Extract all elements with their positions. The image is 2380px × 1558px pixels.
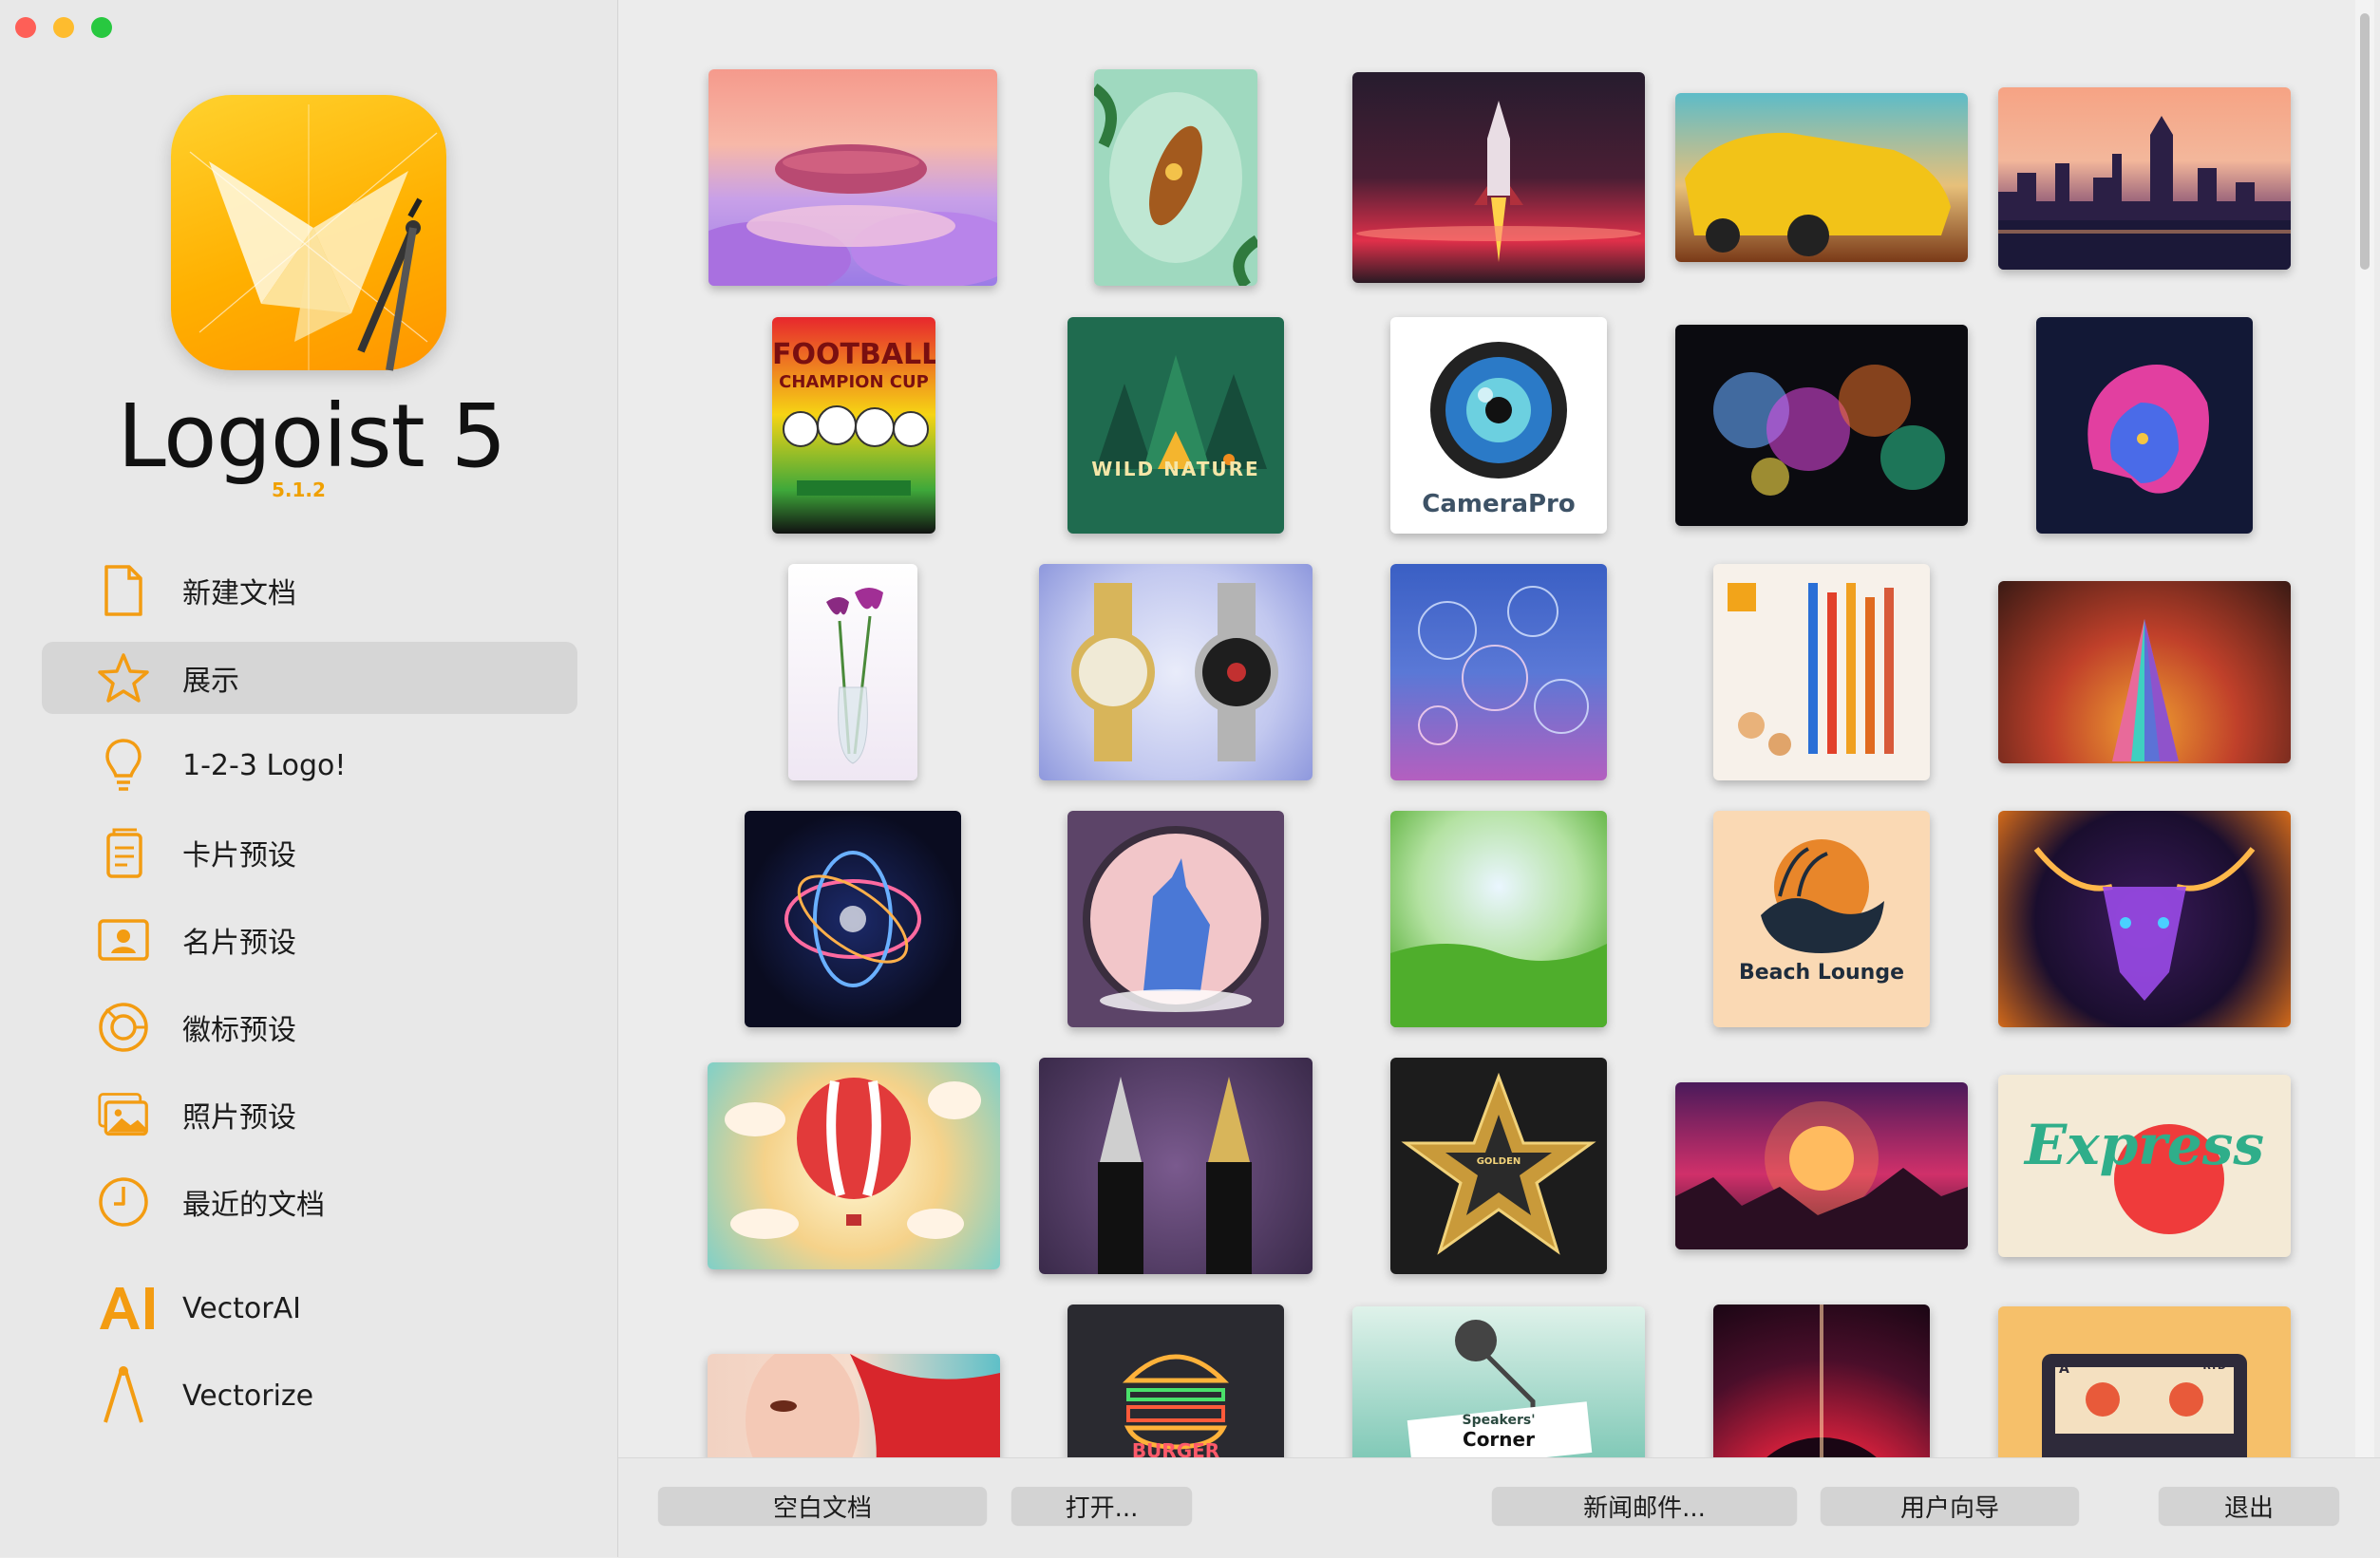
thumbnail-car[interactable] (1675, 93, 1968, 262)
scrollbar-thumb[interactable] (2360, 13, 2370, 270)
express-label: Express (2024, 1113, 2265, 1177)
thumbnail-mountain-peak[interactable] (1998, 581, 2291, 763)
app-title: Logoist 5 (117, 385, 507, 487)
vectorize-icon (97, 1366, 150, 1423)
corner-label: Corner (1463, 1428, 1535, 1451)
thumbnail-wild-nature[interactable]: WILD NATURE (1067, 317, 1284, 534)
thumbnail-camera-pro[interactable]: CameraPro (1390, 317, 1607, 534)
document-icon (97, 564, 150, 617)
open-button[interactable]: 打开... (1011, 1487, 1192, 1525)
showcase-gallery: FOOTBALL CHAMPION CUP WILD NATURE Camera… (618, 0, 2380, 1457)
thumbnail-eclipse[interactable] (1713, 1305, 1930, 1457)
app-logo-icon (171, 95, 446, 371)
thumbnail-neon-bull[interactable] (1998, 811, 2291, 1027)
thumbnail-tulips-vase[interactable] (788, 564, 917, 780)
sidebar-item-label: 1-2-3 Logo! (182, 748, 347, 782)
golden-star-label: GOLDEN (1476, 1156, 1521, 1167)
thumbnail-light-sphere[interactable] (745, 811, 961, 1027)
star-icon (97, 651, 150, 704)
sidebar-item-label: VectorAI (182, 1291, 301, 1325)
sidebar-item-label: 新建文档 (182, 577, 296, 610)
sidebar-item-new-document[interactable]: 新建文档 (42, 554, 577, 627)
sidebar-item-badge-presets[interactable]: 徽标预设 (42, 991, 577, 1063)
thumbnail-green-meadow[interactable] (1390, 811, 1607, 1027)
thumbnail-airship[interactable] (708, 69, 997, 286)
newsletter-button[interactable]: 新闻邮件... (1492, 1487, 1797, 1525)
thumbnail-speakers-corner[interactable]: Speakers' Corner (1352, 1306, 1645, 1457)
sidebar-item-photo-presets[interactable]: 照片预设 (42, 1079, 577, 1151)
window-close-button[interactable] (15, 17, 36, 38)
thumbnail-wolf-badge[interactable] (1067, 811, 1284, 1027)
thumbnail-beach-lounge[interactable]: Beach Lounge (1713, 811, 1930, 1027)
badge-icon (97, 1001, 150, 1054)
thumbnail-neon-burger[interactable]: BURGER (1067, 1305, 1284, 1457)
thumbnail-pencils[interactable] (1713, 564, 1930, 780)
thumbnail-sunset-landscape[interactable] (1675, 1082, 1968, 1249)
gallery-scrollbar[interactable] (2355, 0, 2374, 1457)
burger-label: BURGER (1131, 1439, 1220, 1457)
sidebar: Logoist 5 5.1.2 新建文档 展示 1-2-3 Logo! 卡片预设… (0, 0, 618, 1557)
speakers-label: Speakers' (1462, 1413, 1536, 1428)
camera-pro-label: CameraPro (1422, 490, 1576, 518)
cassette-rtd-label: RTD (2202, 1360, 2226, 1372)
sidebar-item-vectorai[interactable]: VectorAI (42, 1272, 577, 1344)
thumbnail-hot-air-balloon[interactable] (708, 1062, 1000, 1269)
thumbnail-express[interactable]: Express (1998, 1075, 2291, 1257)
sidebar-item-vectorize[interactable]: Vectorize (42, 1360, 577, 1432)
thumbnail-rocket[interactable] (1352, 72, 1645, 283)
window-zoom-button[interactable] (91, 17, 112, 38)
photos-icon (97, 1088, 150, 1141)
thumbnail-lion[interactable] (2036, 317, 2253, 534)
app-version: 5.1.2 (272, 479, 326, 501)
lightbulb-icon (97, 739, 150, 792)
clock-icon (97, 1175, 150, 1229)
sidebar-item-label: 徽标预设 (182, 1014, 296, 1047)
sidebar-item-label: 卡片预设 (182, 839, 296, 873)
sidebar-item-label: 最近的文档 (182, 1189, 325, 1222)
sidebar-item-showcase[interactable]: 展示 (42, 642, 577, 714)
sidebar-item-card-presets[interactable]: 卡片预设 (42, 817, 577, 889)
vectorai-icon (95, 1282, 161, 1335)
thumbnail-boat[interactable] (1094, 69, 1257, 286)
thumbnail-football[interactable]: FOOTBALL CHAMPION CUP (772, 317, 935, 534)
quit-button[interactable]: 退出 (2159, 1487, 2339, 1525)
sidebar-item-123-logo[interactable]: 1-2-3 Logo! (42, 729, 577, 801)
thumbnail-woman-face[interactable] (708, 1354, 1000, 1457)
user-guide-button[interactable]: 用户向导 (1821, 1487, 2079, 1525)
beach-lounge-label: Beach Lounge (1738, 961, 1905, 985)
window-minimize-button[interactable] (53, 17, 74, 38)
thumbnail-cassette[interactable]: A RTD (1998, 1306, 2291, 1457)
contact-card-icon (97, 913, 150, 967)
sidebar-item-business-card-presets[interactable]: 名片预设 (42, 904, 577, 976)
sidebar-item-label: 展示 (182, 665, 239, 698)
thumbnail-city-skyline[interactable] (1998, 87, 2291, 270)
sidebar-item-label: 照片预设 (182, 1101, 296, 1135)
thumbnail-neon-lights[interactable] (1675, 325, 1968, 526)
thumbnail-fountain-pens[interactable] (1039, 1058, 1313, 1274)
sidebar-item-label: Vectorize (182, 1379, 314, 1413)
thumbnail-bubbles[interactable] (1390, 564, 1607, 780)
card-icon (97, 826, 150, 879)
cassette-side-label: A (2059, 1361, 2069, 1377)
thumbnail-golden-star[interactable]: GOLDEN (1390, 1058, 1607, 1274)
blank-document-button[interactable]: 空白文档 (658, 1487, 987, 1525)
wild-nature-label: WILD NATURE (1091, 458, 1260, 480)
sidebar-item-recent-documents[interactable]: 最近的文档 (42, 1166, 577, 1238)
thumbnail-watches[interactable] (1039, 564, 1313, 780)
sidebar-item-label: 名片预设 (182, 927, 296, 960)
